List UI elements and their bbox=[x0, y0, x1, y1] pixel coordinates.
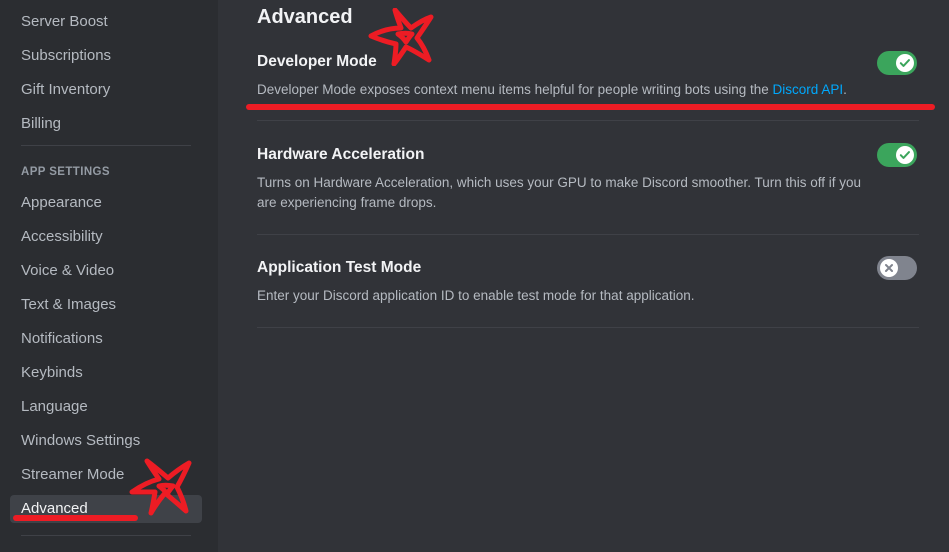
toggle-knob bbox=[896, 146, 914, 164]
settings-main-content: Advanced Developer Mode Developer Mode ex… bbox=[218, 0, 949, 552]
toggle-developer-mode[interactable] bbox=[877, 51, 917, 75]
sidebar-item-text-images[interactable]: Text & Images bbox=[10, 291, 202, 319]
section-divider bbox=[257, 327, 919, 328]
sidebar-item-windows-settings[interactable]: Windows Settings bbox=[10, 427, 202, 455]
setting-row: Application Test Mode Enter your Discord … bbox=[257, 258, 919, 306]
setting-description-text: Developer Mode exposes context menu item… bbox=[257, 82, 773, 97]
sidebar-item-language[interactable]: Language bbox=[10, 393, 202, 421]
sidebar-item-subscriptions[interactable]: Subscriptions bbox=[10, 42, 202, 70]
sidebar-item-server-boost[interactable]: Server Boost bbox=[10, 8, 202, 36]
check-icon bbox=[899, 151, 910, 159]
setting-description: Developer Mode exposes context menu item… bbox=[257, 80, 869, 100]
setting-description-tail: . bbox=[843, 82, 847, 97]
settings-sidebar: Server Boost Subscriptions Gift Inventory B… bbox=[0, 0, 218, 552]
sidebar-item-advanced[interactable]: Advanced bbox=[10, 495, 202, 523]
check-icon bbox=[899, 59, 910, 67]
setting-description: Enter your Discord application ID to ena… bbox=[257, 286, 869, 306]
section-divider bbox=[257, 120, 919, 121]
setting-title: Hardware Acceleration bbox=[257, 146, 425, 163]
page-title: Advanced bbox=[257, 6, 353, 28]
sidebar-item-gift-inventory[interactable]: Gift Inventory bbox=[10, 76, 202, 104]
setting-description-text: Turns on Hardware Acceleration, which us… bbox=[257, 175, 862, 210]
setting-description: Turns on Hardware Acceleration, which us… bbox=[257, 173, 869, 213]
sidebar-item-keybinds[interactable]: Keybinds bbox=[10, 359, 202, 387]
discord-settings-window: Server Boost Subscriptions Gift Inventory B… bbox=[0, 0, 949, 552]
setting-title: Developer Mode bbox=[257, 53, 377, 70]
toggle-knob bbox=[880, 259, 898, 277]
setting-description-text: Enter your Discord application ID to ena… bbox=[257, 288, 695, 303]
toggle-hardware-acceleration[interactable] bbox=[877, 143, 917, 167]
sidebar-item-billing[interactable]: Billing bbox=[10, 110, 202, 138]
sidebar-item-voice-video[interactable]: Voice & Video bbox=[10, 257, 202, 285]
section-divider bbox=[257, 234, 919, 235]
setting-title: Application Test Mode bbox=[257, 259, 422, 276]
sidebar-divider-bottom bbox=[21, 535, 191, 536]
sidebar-divider-top bbox=[21, 145, 191, 146]
toggle-application-test-mode[interactable] bbox=[877, 256, 917, 280]
close-icon bbox=[885, 264, 893, 272]
toggle-knob bbox=[896, 54, 914, 72]
setting-row: Hardware Acceleration Turns on Hardware A… bbox=[257, 145, 919, 213]
sidebar-item-notifications[interactable]: Notifications bbox=[10, 325, 202, 353]
sidebar-item-streamer-mode[interactable]: Streamer Mode bbox=[10, 461, 202, 489]
sidebar-section-header-app-settings: APP SETTINGS bbox=[21, 166, 110, 178]
setting-row: Developer Mode Developer Mode exposes con… bbox=[257, 52, 919, 100]
sidebar-item-accessibility[interactable]: Accessibility bbox=[10, 223, 202, 251]
discord-api-link[interactable]: Discord API bbox=[773, 82, 844, 97]
sidebar-item-appearance[interactable]: Appearance bbox=[10, 189, 202, 217]
